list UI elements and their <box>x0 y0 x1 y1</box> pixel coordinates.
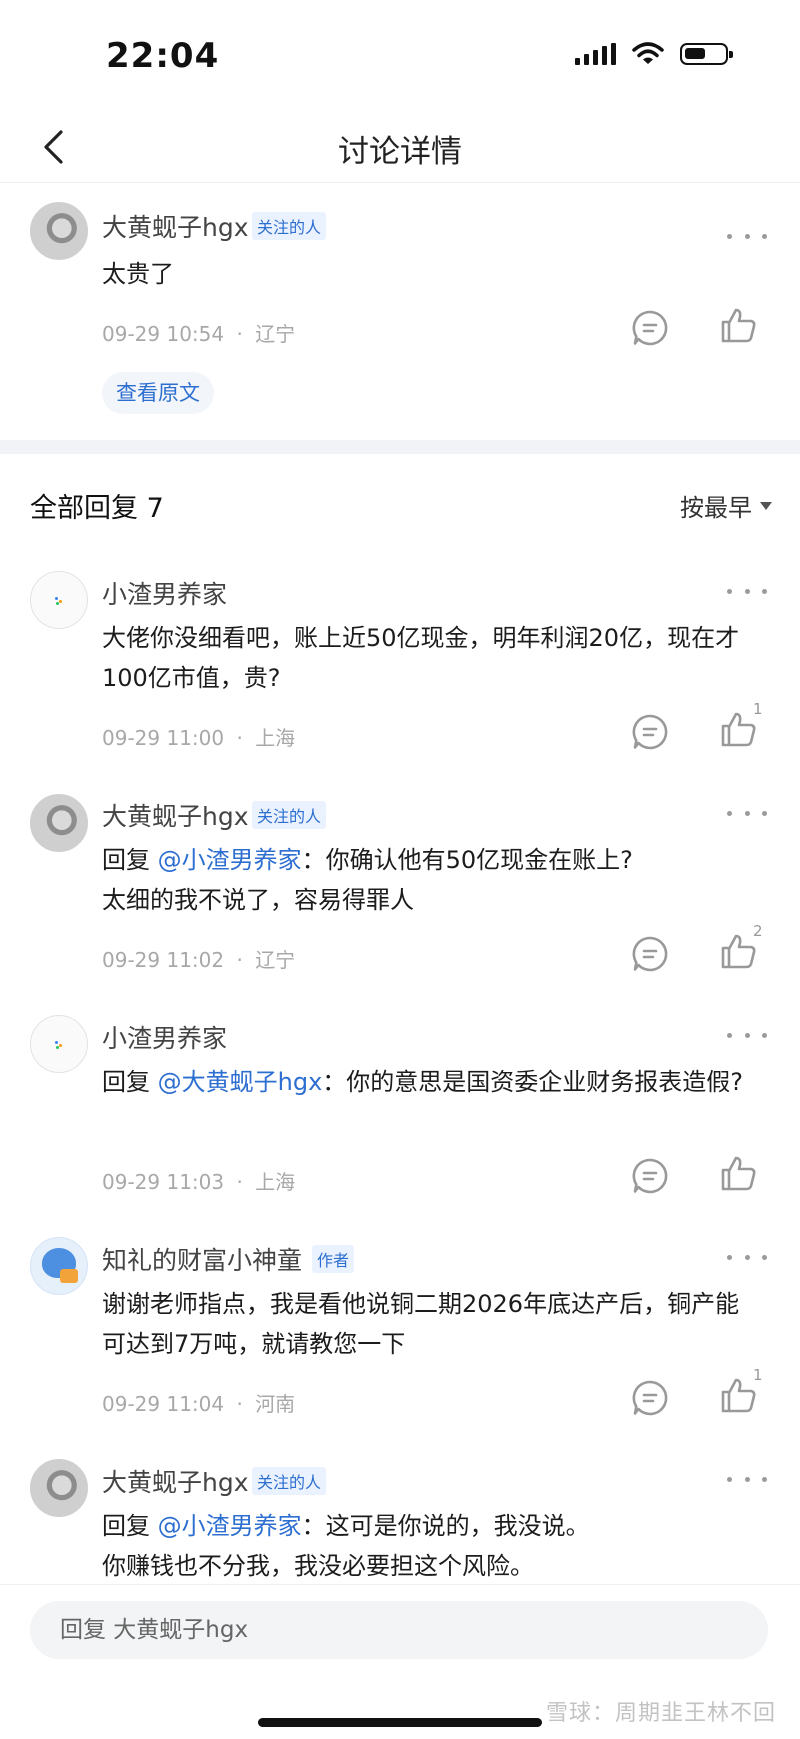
avatar[interactable] <box>30 571 88 629</box>
status-time: 22:04 <box>106 36 220 76</box>
post-time: 09-29 10:54 <box>102 322 225 346</box>
reply-prefix: 回复 <box>102 846 158 874</box>
mention-link[interactable]: @小渣男养家 <box>158 846 302 874</box>
avatar[interactable] <box>30 794 88 852</box>
reply-author[interactable]: 知礼的财富小神童 <box>102 1241 302 1277</box>
reply-content: 回复 @小渣男养家：你确认他有50亿现金在账上? 太细的我不说了，容易得罪人 <box>102 840 762 920</box>
home-indicator[interactable] <box>258 1718 542 1727</box>
reply-author[interactable]: 大黄蚬子hgx <box>102 797 249 833</box>
reply-author[interactable]: 小渣男养家 <box>102 575 227 611</box>
reply-author[interactable]: 大黄蚬子hgx <box>102 1463 249 1499</box>
reply-time: 09-29 11:02 <box>102 948 225 972</box>
reply-input[interactable] <box>30 1601 768 1659</box>
page-title: 讨论详情 <box>338 134 462 170</box>
replies-header: 全部回复 7 按最早 <box>0 454 800 544</box>
status-bar: 22:04 <box>0 0 800 110</box>
more-options-button[interactable] <box>727 226 767 246</box>
reply-text: ：你的意思是国资委企业财务报表造假? <box>322 1068 744 1096</box>
reply-location: 河南 <box>255 1392 296 1416</box>
caret-down-icon <box>760 501 772 510</box>
meta-separator: · <box>236 726 243 750</box>
status-icons <box>575 42 733 66</box>
reply-text: 大佬你没细看吧，账上近50亿现金，明年利润20亿，现在才100亿市值，贵? <box>102 624 740 692</box>
reply-time: 09-29 11:00 <box>102 726 225 750</box>
reply-content: 回复 @小渣男养家：这可是你说的，我没说。 你赚钱也不分我，我没必要担这个风险。 <box>102 1506 762 1586</box>
replies-count-title: 全部回复 7 <box>30 493 164 524</box>
following-badge: 关注的人 <box>252 801 327 829</box>
section-divider <box>0 440 800 454</box>
mention-link[interactable]: @大黄蚬子hgx <box>158 1068 323 1096</box>
like-icon[interactable] <box>718 305 758 345</box>
reply-location: 辽宁 <box>255 948 296 972</box>
like-icon[interactable] <box>718 1153 758 1193</box>
post-author[interactable]: 大黄蚬子hgx <box>102 208 249 244</box>
following-badge: 关注的人 <box>252 1467 327 1495</box>
post-meta: 09-29 10:54 · 辽宁 <box>102 318 295 347</box>
reply-meta: 09-29 11:02 · 辽宁 <box>102 944 295 973</box>
like-icon[interactable] <box>718 709 758 749</box>
more-options-button[interactable] <box>727 1469 767 1489</box>
watermark: 雪球：周期韭王林不回 <box>545 1701 776 1726</box>
meta-separator: · <box>236 1170 243 1194</box>
comment-icon[interactable] <box>630 1156 670 1196</box>
cellular-signal-icon <box>575 43 616 65</box>
reply-time: 09-29 11:03 <box>102 1170 225 1194</box>
avatar[interactable] <box>30 1459 88 1517</box>
meta-separator: · <box>236 322 243 346</box>
like-count: 1 <box>753 700 763 718</box>
avatar[interactable] <box>30 1015 88 1073</box>
reply-meta: 09-29 11:04 · 河南 <box>102 1388 295 1417</box>
avatar[interactable] <box>30 1237 88 1295</box>
like-count: 2 <box>753 922 763 940</box>
comment-icon[interactable] <box>630 934 670 974</box>
avatar[interactable] <box>30 202 88 260</box>
sort-label: 按最早 <box>680 494 752 522</box>
reply-location: 上海 <box>255 1170 296 1194</box>
reply-meta: 09-29 11:00 · 上海 <box>102 722 295 751</box>
like-count: 1 <box>753 1366 763 1384</box>
comment-icon[interactable] <box>630 1378 670 1418</box>
sort-dropdown[interactable]: 按最早 <box>680 488 772 523</box>
post-text: 太贵了 <box>102 260 174 288</box>
reply-location: 上海 <box>255 726 296 750</box>
reply-prefix: 回复 <box>102 1512 158 1540</box>
post-location: 辽宁 <box>255 322 296 346</box>
more-options-button[interactable] <box>727 581 767 601</box>
author-badge: 作者 <box>312 1245 355 1273</box>
battery-icon <box>680 43 733 65</box>
reply-time: 09-29 11:04 <box>102 1392 225 1416</box>
wifi-icon <box>632 42 664 64</box>
reply-bar: 雪球：周期韭王林不回 <box>0 1584 800 1739</box>
following-badge: 关注的人 <box>252 212 327 240</box>
comment-icon[interactable] <box>630 308 670 348</box>
mention-link[interactable]: @小渣男养家 <box>158 1512 302 1540</box>
like-icon[interactable] <box>718 1375 758 1415</box>
reply-content: 回复 @大黄蚬子hgx：你的意思是国资委企业财务报表造假? <box>102 1062 750 1102</box>
meta-separator: · <box>236 1392 243 1416</box>
view-original-button[interactable]: 查看原文 <box>102 372 214 414</box>
like-icon[interactable] <box>718 931 758 971</box>
meta-separator: · <box>236 948 243 972</box>
reply-text: 谢谢老师指点，我是看他说铜二期2026年底达产后，铜产能可达到7万吨，就请教您一… <box>102 1290 740 1358</box>
nav-bar: 讨论详情 <box>0 110 800 183</box>
reply-meta: 09-29 11:03 · 上海 <box>102 1166 295 1195</box>
reply-author[interactable]: 小渣男养家 <box>102 1019 227 1055</box>
comment-icon[interactable] <box>630 712 670 752</box>
reply-prefix: 回复 <box>102 1068 158 1096</box>
more-options-button[interactable] <box>727 1247 767 1267</box>
more-options-button[interactable] <box>727 1025 767 1045</box>
more-options-button[interactable] <box>727 803 767 823</box>
